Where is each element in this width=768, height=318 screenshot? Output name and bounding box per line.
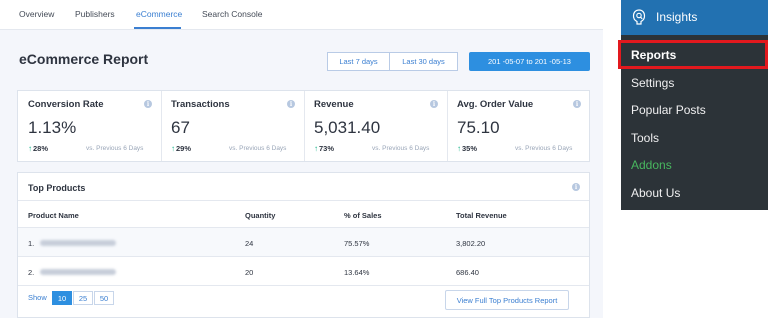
column-header-quantity: Quantity [245,211,276,220]
stat-value: 75.10 [457,118,500,137]
stat-card-transactions: Transactions i 67 ↑29% vs. Previous 6 Da… [161,91,304,161]
row-percent: 75.57% [344,239,370,248]
row-revenue: 3,802.20 [456,239,486,248]
insights-logo-icon [632,9,646,25]
stat-comparison: vs. Previous 6 Days [372,145,430,152]
insights-menu-title: Insights [656,10,698,24]
up-arrow-icon: ↑ [457,144,461,153]
panel-title: Top Products [28,183,86,193]
view-full-report-button[interactable]: View Full Top Products Report [445,290,569,310]
report-tabs: Overview Publishers eCommerce Search Con… [0,0,603,30]
stat-comparison: vs. Previous 6 Days [515,145,573,152]
stat-comparison: vs. Previous 6 Days [229,145,287,152]
stat-label: Avg. Order Value [457,99,534,110]
reports-highlight-box [618,40,768,69]
row-quantity: 24 [245,239,254,248]
row-quantity: 20 [245,268,254,277]
up-arrow-icon: ↑ [171,144,175,153]
stat-change: ↑35% [457,144,478,153]
menu-item-popular-posts[interactable]: Popular Posts [631,103,706,117]
top-products-panel: Top Products i Product Name Quantity % o… [17,172,590,318]
page-size-50-button[interactable]: 50 [94,291,114,305]
info-icon[interactable]: i [573,100,581,108]
table-row: 1. 24 75.57% 3,802.20 [18,228,589,256]
stat-change: ↑73% [314,144,335,153]
column-header-total-revenue: Total Revenue [456,211,507,220]
row-rank: 2. [28,268,35,277]
info-icon[interactable]: i [144,100,152,108]
product-name-redacted [40,240,116,246]
menu-item-settings[interactable]: Settings [631,76,674,90]
menu-item-addons[interactable]: Addons [631,158,672,172]
stat-value: 67 [171,118,190,137]
row-rank: 1. [28,239,35,248]
tab-search-console[interactable]: Search Console [202,9,262,19]
insights-menu-header[interactable]: Insights [621,0,768,35]
stat-card-revenue: Revenue i 5,031.40 ↑73% vs. Previous 6 D… [304,91,447,161]
menu-item-about-us[interactable]: About Us [631,186,680,200]
row-revenue: 686.40 [456,268,479,277]
row-percent: 13.64% [344,268,370,277]
product-name-redacted [40,269,116,275]
column-header-percent-sales: % of Sales [344,211,382,220]
info-icon[interactable]: i [430,100,438,108]
stat-value: 5,031.40 [314,118,381,137]
divider [18,200,589,201]
tab-overview[interactable]: Overview [19,9,54,19]
info-icon[interactable]: i [287,100,295,108]
stat-card-avg-order-value: Avg. Order Value i 75.10 ↑35% vs. Previo… [447,91,590,161]
date-range-picker[interactable]: 201 -05-07 to 201 -05-13 [469,52,590,71]
page-title: eCommerce Report [19,51,149,67]
stats-cards: Conversion Rate i 1.13% ↑28% vs. Previou… [17,90,590,162]
stat-comparison: vs. Previous 6 Days [86,145,144,152]
stat-change: ↑29% [171,144,192,153]
table-row: 2. 20 13.64% 686.40 [18,257,589,285]
stat-card-conversion-rate: Conversion Rate i 1.13% ↑28% vs. Previou… [18,91,161,161]
up-arrow-icon: ↑ [314,144,318,153]
stat-label: Revenue [314,99,354,110]
menu-item-tools[interactable]: Tools [631,131,659,145]
page-size-25-button[interactable]: 25 [73,291,93,305]
up-arrow-icon: ↑ [28,144,32,153]
last-7-days-button[interactable]: Last 7 days [327,52,390,71]
stat-change: ↑28% [28,144,49,153]
info-icon[interactable]: i [572,183,580,191]
show-label: Show [28,293,47,302]
column-header-product-name: Product Name [28,211,79,220]
last-30-days-button[interactable]: Last 30 days [389,52,458,71]
tab-publishers[interactable]: Publishers [75,9,115,19]
stat-value: 1.13% [28,118,77,137]
tab-ecommerce[interactable]: eCommerce [136,9,182,19]
report-content: Overview Publishers eCommerce Search Con… [0,0,603,318]
divider [18,285,589,286]
stat-label: Conversion Rate [28,99,104,110]
screen: Overview Publishers eCommerce Search Con… [0,0,768,318]
page-size-10-button[interactable]: 10 [52,291,72,305]
stat-label: Transactions [171,99,230,110]
active-tab-indicator [134,27,181,29]
